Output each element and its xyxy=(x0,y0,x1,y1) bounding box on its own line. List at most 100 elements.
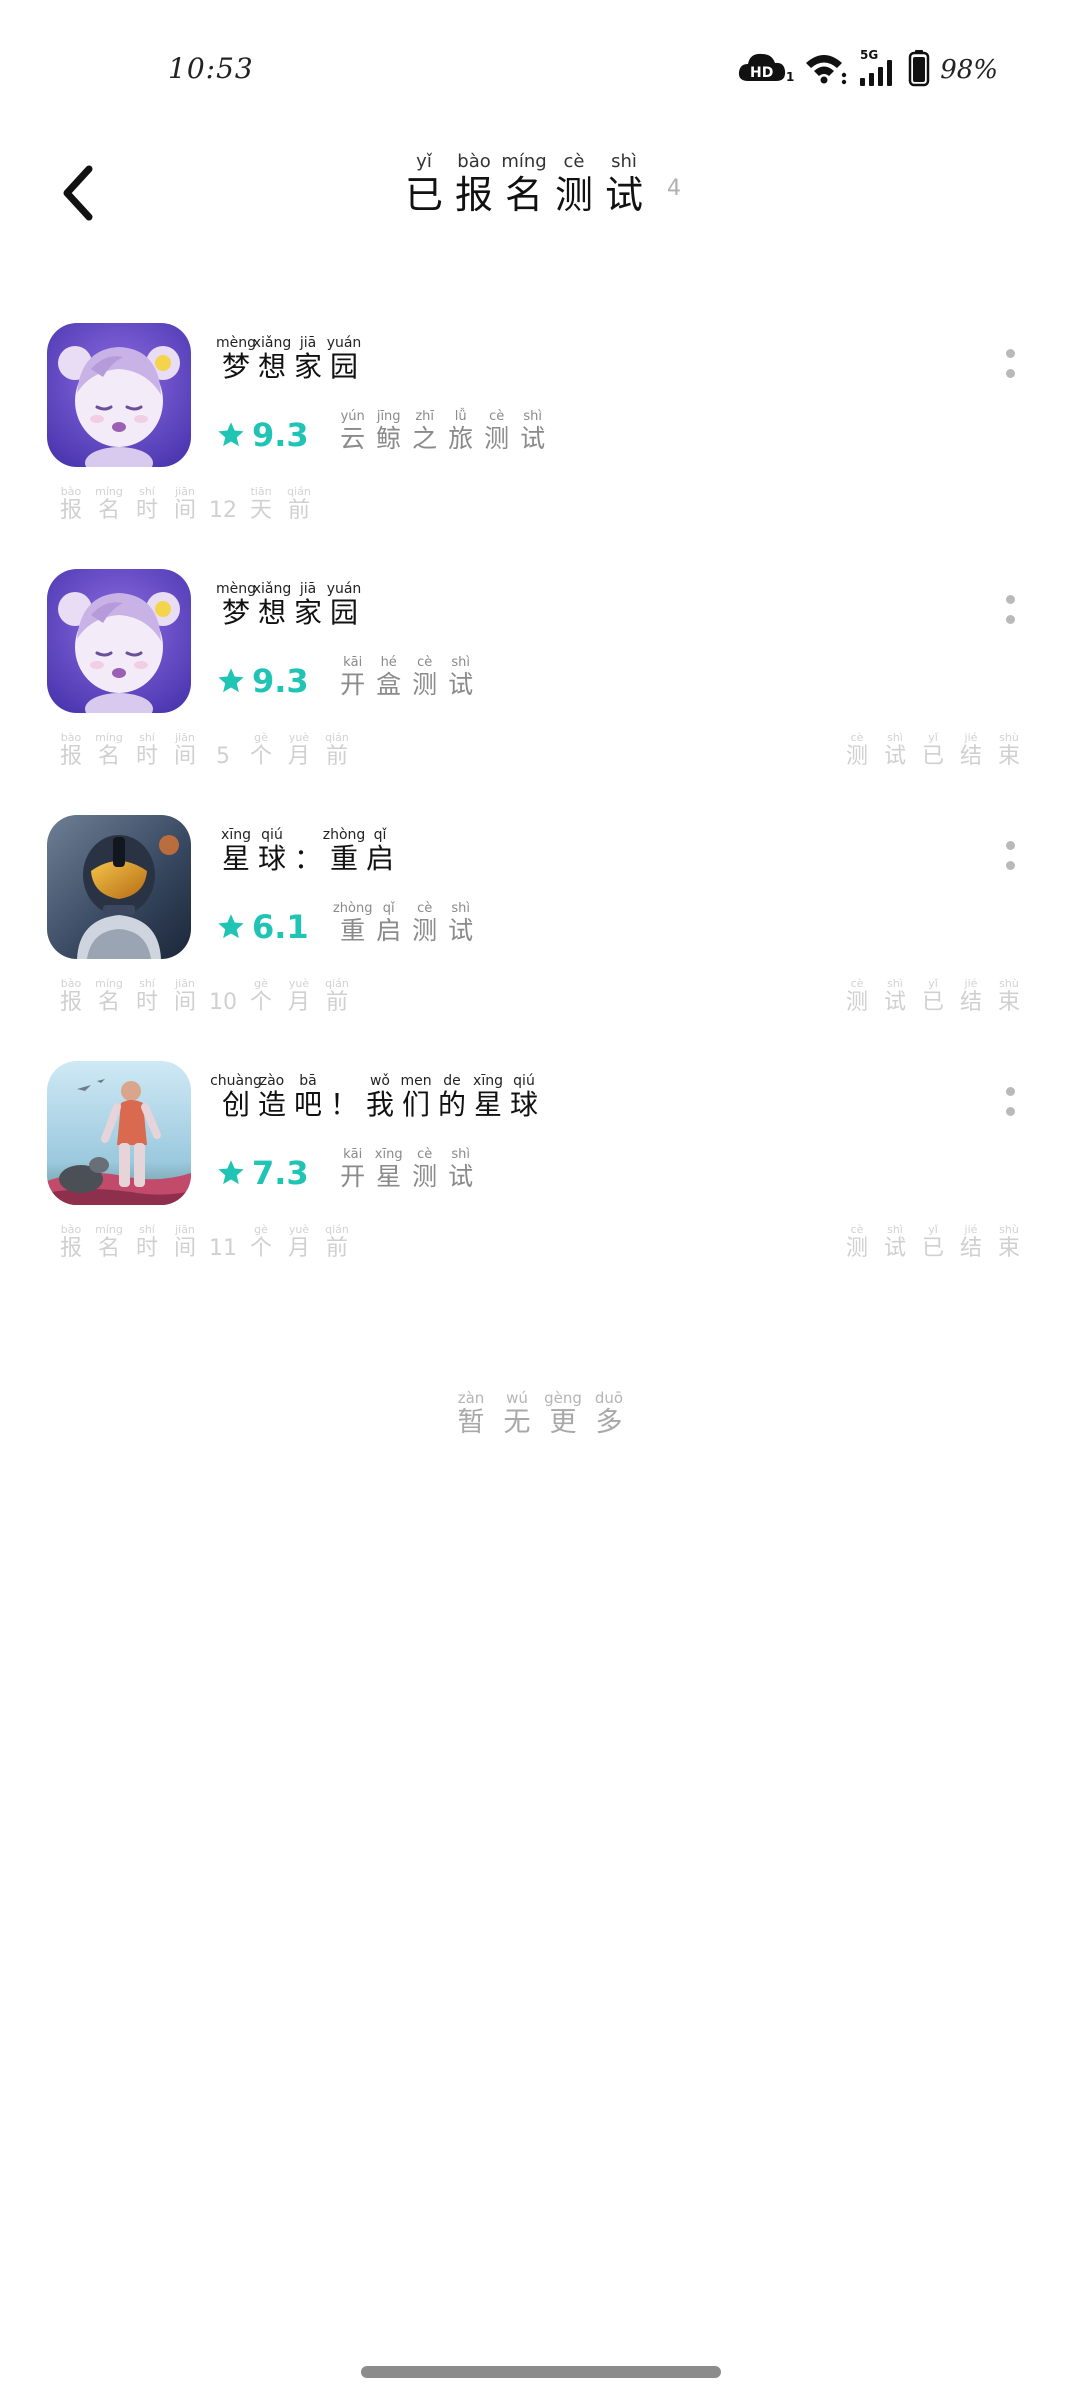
game-title[interactable]: xīng 星 qiú 球 ： zhòng 重 qǐ 启 xyxy=(218,828,398,875)
no-more-hanzi: 暂 xyxy=(457,1407,485,1438)
game-title[interactable]: mèng 梦 xiǎng 想 jiā 家 yuán 园 xyxy=(216,335,362,383)
signup-time-char: gè 个 xyxy=(242,1224,280,1261)
test-status-hanzi: 束 xyxy=(997,744,1020,769)
test-name-hanzi: 测 xyxy=(412,670,438,699)
star-icon xyxy=(218,421,244,446)
signup-time-hanzi: 个 xyxy=(249,1236,272,1261)
game-title-char: wǒ 我 xyxy=(362,1074,398,1121)
game-title-char: jiā 家 xyxy=(290,336,326,383)
signup-time-char: yuè 月 xyxy=(280,732,318,769)
signup-time-hanzi: 天 xyxy=(249,498,272,523)
test-list-item[interactable]: mèng 梦 xiǎng 想 jiā 家 yuán 园 9.3 kāi 开 hé 盒 cè 测 shì 试 bà… xyxy=(0,564,1080,810)
game-title[interactable]: chuàng 创 zào 造 bā 吧 ！ wǒ 我 men 们 de 的 xīng 星 qiú 球 xyxy=(210,1074,542,1121)
signup-time-hanzi: 时 xyxy=(135,990,158,1015)
test-status-pinyin: shù xyxy=(999,977,1019,990)
test-status-hanzi: 束 xyxy=(997,1236,1020,1261)
game-title[interactable]: mèng 梦 xiǎng 想 jiā 家 yuán 园 xyxy=(216,582,362,629)
game-title-char: yuán 园 xyxy=(326,582,362,629)
signup-time-pinyin: qián xyxy=(287,485,311,498)
game-title-hanzi: 创 xyxy=(221,1088,250,1121)
more-options-button[interactable] xyxy=(990,1076,1030,1126)
test-name-pinyin: shì xyxy=(523,409,542,424)
more-options-button[interactable] xyxy=(990,338,1030,388)
game-title-char: ： xyxy=(290,828,326,875)
test-name-hanzi: 试 xyxy=(448,916,474,945)
more-options-button[interactable] xyxy=(990,830,1030,880)
test-status-hanzi: 测 xyxy=(845,744,868,769)
signup-time-char: tiān 天 xyxy=(242,486,280,523)
title-pinyin: bào xyxy=(457,151,491,172)
game-title-pinyin: xīng xyxy=(221,827,251,843)
game-title-hanzi: 们 xyxy=(401,1088,430,1121)
signup-time-pinyin: míng xyxy=(95,977,123,990)
game-title-pinyin: mèng xyxy=(216,335,257,351)
test-status-hanzi: 试 xyxy=(883,744,906,769)
game-title-char: zhòng 重 xyxy=(323,828,366,875)
game-title-pinyin: yuán xyxy=(326,335,362,351)
dream-home-doll-icon[interactable] xyxy=(47,569,191,713)
test-status-pinyin: cè xyxy=(850,731,864,744)
test-name-char: shì 试 xyxy=(443,656,479,699)
test-name-hanzi: 旅 xyxy=(448,424,474,453)
test-status-char: shì 试 xyxy=(876,732,914,769)
test-status-pinyin: yǐ xyxy=(928,977,938,990)
signup-time-char: bào 报 xyxy=(52,978,90,1015)
game-title-pinyin: qiú xyxy=(261,827,283,843)
game-title-pinyin: wǒ xyxy=(369,1073,390,1089)
status-bar: 10:53 HD 1 5G 98% xyxy=(0,0,1080,150)
game-title-pinyin: jiā xyxy=(299,335,317,351)
test-name-hanzi: 重 xyxy=(340,916,366,945)
more-options-button[interactable] xyxy=(990,584,1030,634)
signup-time-char: míng 名 xyxy=(90,732,128,769)
test-list-item[interactable]: mèng 梦 xiǎng 想 jiā 家 yuán 园 9.3 yún 云 jīng 鲸 zhī 之 lǚ 旅… xyxy=(0,318,1080,564)
signup-time-pinyin: shí xyxy=(139,977,155,990)
game-title-hanzi: 家 xyxy=(293,596,322,629)
no-more-hanzi: 多 xyxy=(595,1407,623,1438)
star-icon xyxy=(218,913,244,938)
test-name-hanzi: 试 xyxy=(448,670,474,699)
test-name-char: cè 测 xyxy=(407,1148,443,1191)
test-name-pinyin: cè xyxy=(417,901,433,916)
game-title-char: chuàng 创 xyxy=(210,1074,262,1121)
game-title-char: xīng 星 xyxy=(218,828,254,875)
game-title-pinyin: xiǎng xyxy=(252,335,292,351)
signup-time-pinyin: míng xyxy=(95,731,123,744)
game-title-hanzi: 梦 xyxy=(221,350,250,383)
test-status-char: cè 测 xyxy=(838,732,876,769)
rating: 9.3 xyxy=(216,659,309,703)
game-title-hanzi: 园 xyxy=(329,350,358,383)
signup-time: bào 报 míng 名 shí 时 jiān 间 10 gè 个 yuè 月 qián 前 xyxy=(52,978,356,1015)
game-title-hanzi: 重 xyxy=(329,842,358,875)
home-indicator[interactable] xyxy=(361,2366,721,2378)
title-hanzi: 试 xyxy=(604,173,643,217)
astronaut-helmet-icon[interactable] xyxy=(47,815,191,959)
test-name-pinyin: shì xyxy=(451,1147,470,1162)
game-title-char: qiú 球 xyxy=(506,1074,542,1121)
signup-time-pinyin: gè xyxy=(254,977,268,990)
test-status: cè 测 shì 试 yǐ 已 jié 结 shù 束 xyxy=(838,732,1028,769)
no-more-footer: zàn 暂 wú 无 gèng 更 duō 多 xyxy=(0,1388,1080,1438)
signup-time: bào 报 míng 名 shí 时 jiān 间 11 gè 个 yuè 月 qián 前 xyxy=(52,1224,356,1261)
signup-time-char: qián 前 xyxy=(318,1224,356,1261)
battery-icon xyxy=(908,49,930,91)
test-name-hanzi: 盒 xyxy=(376,670,402,699)
signup-time-hanzi: 前 xyxy=(325,744,348,769)
game-title-char: de 的 xyxy=(434,1074,470,1121)
game-title-char: yuán 园 xyxy=(326,336,362,383)
test-name-char: cè 测 xyxy=(479,410,515,453)
game-title-pinyin xyxy=(342,1074,346,1088)
rating-value: 9.3 xyxy=(252,415,309,454)
test-status-char: yǐ 已 xyxy=(914,978,952,1015)
signup-time-hanzi: 前 xyxy=(325,990,348,1015)
signup-time-hanzi: 名 xyxy=(97,1236,120,1261)
signup-time-char: qián 前 xyxy=(318,732,356,769)
space-explorer-icon[interactable] xyxy=(47,1061,191,1205)
test-list-item[interactable]: chuàng 创 zào 造 bā 吧 ！ wǒ 我 men 们 de 的 xīng 星 qiú 球 7.3 k… xyxy=(0,1056,1080,1302)
test-list-item[interactable]: xīng 星 qiú 球 ： zhòng 重 qǐ 启 6.1 zhòng 重 qǐ 启 cè 测 shì 试… xyxy=(0,810,1080,1056)
signup-time-hanzi: 12 xyxy=(209,498,237,523)
dream-home-doll-icon[interactable] xyxy=(47,323,191,467)
no-more-pinyin: zàn xyxy=(457,1389,485,1407)
more-dot-icon xyxy=(1005,1086,1015,1096)
test-name-pinyin: jīng xyxy=(376,409,401,424)
test-status-hanzi: 试 xyxy=(883,1236,906,1261)
